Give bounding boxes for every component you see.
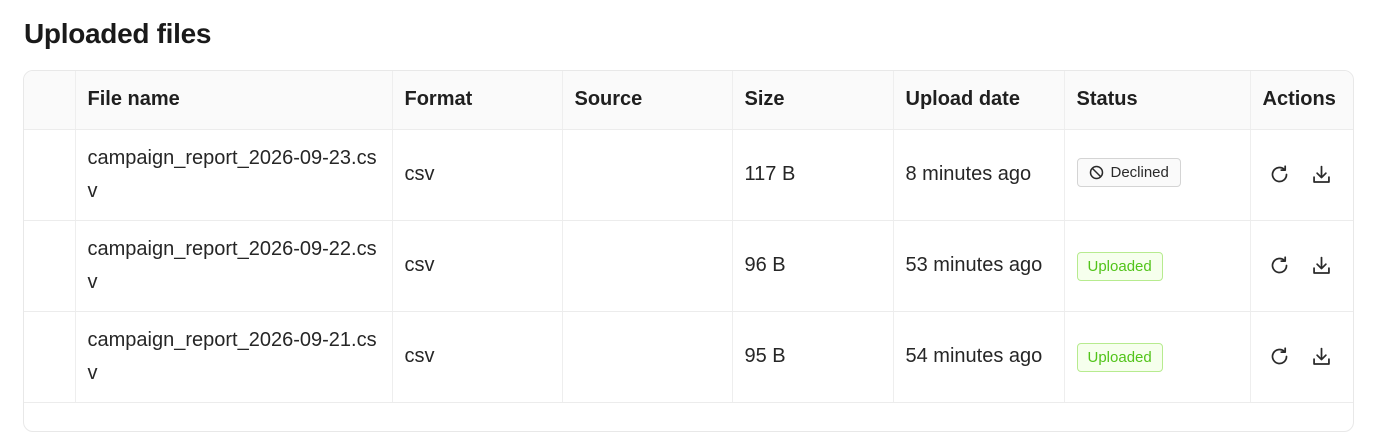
row-select-cell[interactable]	[24, 220, 76, 312]
file-name-cell: campaign_report_2026-09-22.csv	[75, 220, 393, 312]
column-header-format[interactable]: Format	[392, 71, 563, 130]
source-cell	[562, 129, 733, 221]
status-cell: Uploaded	[1064, 220, 1251, 312]
status-cell: Uploaded	[1064, 311, 1251, 403]
upload-date-cell: 53 minutes ago	[893, 220, 1065, 312]
refresh-icon[interactable]	[1269, 164, 1291, 186]
table-row[interactable]: campaign_report_2026-09-22.csv csv 96 B …	[24, 220, 1353, 312]
column-header-file-name[interactable]: File name	[75, 71, 393, 130]
upload-date-cell: 54 minutes ago	[893, 311, 1065, 403]
column-header-source[interactable]: Source	[562, 71, 733, 130]
status-badge-label: Uploaded	[1087, 349, 1152, 366]
status-badge-label: Uploaded	[1087, 258, 1152, 275]
row-select-cell[interactable]	[24, 311, 76, 403]
column-header-status[interactable]: Status	[1064, 71, 1251, 130]
column-header-actions: Actions	[1250, 71, 1353, 130]
refresh-icon[interactable]	[1269, 255, 1291, 277]
declined-icon	[1089, 165, 1104, 180]
size-cell: 117 B	[732, 129, 894, 221]
table-row[interactable]: campaign_report_2026-09-21.csv csv 95 B …	[24, 311, 1353, 403]
table-row[interactable]: campaign_report_2026-09-23.csv csv 117 B…	[24, 129, 1353, 221]
actions-cell	[1250, 311, 1353, 403]
column-header-select	[24, 71, 76, 130]
status-cell: Declined	[1064, 129, 1251, 221]
actions-cell	[1250, 220, 1353, 312]
file-name-cell: campaign_report_2026-09-21.csv	[75, 311, 393, 403]
format-cell: csv	[392, 129, 563, 221]
status-badge: Uploaded	[1076, 252, 1163, 281]
source-cell	[562, 311, 733, 403]
format-cell: csv	[392, 220, 563, 312]
upload-date-cell: 8 minutes ago	[893, 129, 1065, 221]
size-cell: 95 B	[732, 311, 894, 403]
download-icon[interactable]	[1311, 255, 1333, 277]
status-badge: Uploaded	[1076, 343, 1163, 372]
uploaded-files-table: File name Format Source Size Upload date…	[23, 70, 1354, 432]
column-header-size[interactable]: Size	[732, 71, 894, 130]
size-cell: 96 B	[732, 220, 894, 312]
download-icon[interactable]	[1311, 346, 1333, 368]
page-title: Uploaded files	[24, 18, 212, 49]
refresh-icon[interactable]	[1269, 346, 1291, 368]
file-name-cell: campaign_report_2026-09-23.csv	[75, 129, 393, 221]
format-cell: csv	[392, 311, 563, 403]
column-header-upload-date[interactable]: Upload date	[893, 71, 1065, 130]
source-cell	[562, 220, 733, 312]
status-badge-label: Declined	[1110, 164, 1169, 181]
row-select-cell[interactable]	[24, 129, 76, 221]
table-header-row: File name Format Source Size Upload date…	[24, 71, 1353, 130]
actions-cell	[1250, 129, 1353, 221]
status-badge: Declined	[1076, 158, 1181, 187]
download-icon[interactable]	[1311, 164, 1333, 186]
